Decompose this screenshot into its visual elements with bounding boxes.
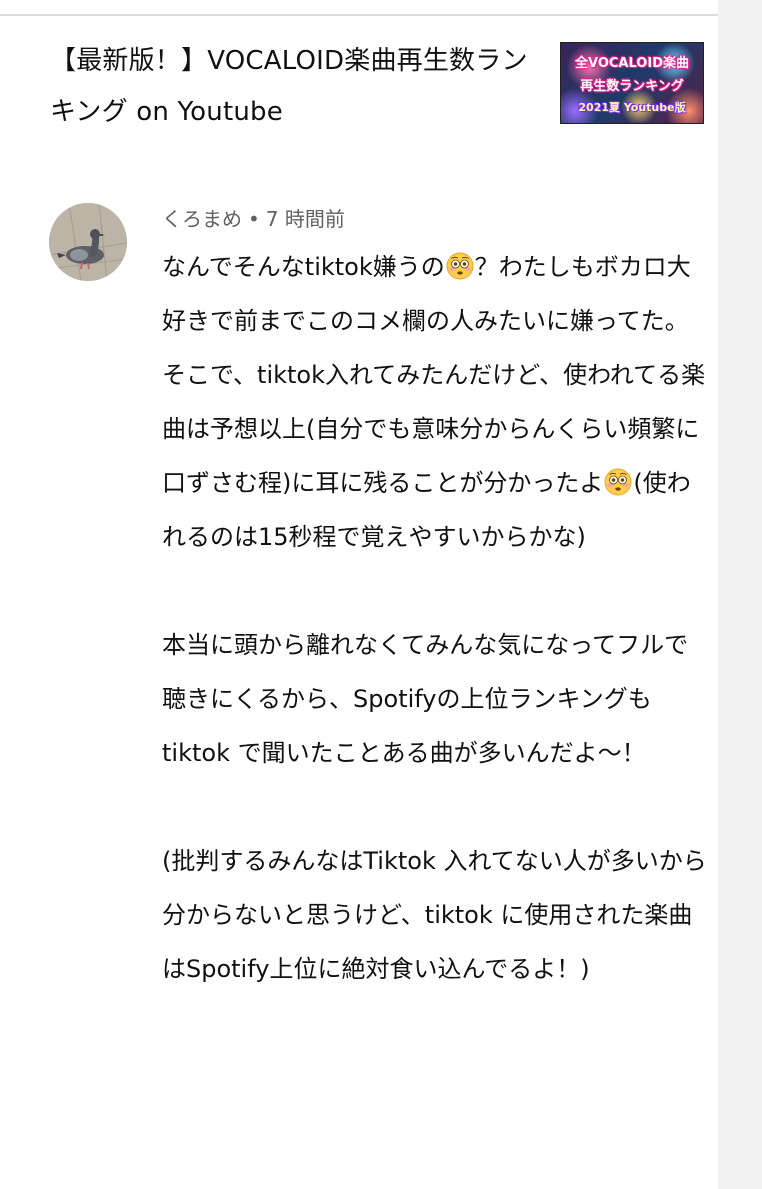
comment-paragraph: そこで、tiktok入れてみたんだけど、使われてる楽曲は予想以上(自分でも意味分…	[162, 348, 708, 564]
video-title[interactable]: 【最新版！】VOCALOID楽曲再生数ランキング on Youtube	[50, 36, 530, 138]
comment-paragraph: なんでそんなtiktok嫌うの ？わたしもボカロ大好きで前までこのコメ欄の人みたい…	[162, 240, 708, 348]
meta-separator: •	[248, 207, 260, 231]
comment-text-segment: 本当に頭から離れなくてみんな気になってフルで聴きにくるから、Spotifyの上位…	[162, 631, 689, 767]
thumbnail-caption-line: 再生数ランキング	[580, 79, 684, 94]
comment-text-segment: なんでそんなtiktok嫌うの	[162, 253, 445, 281]
flushed-face-icon	[604, 468, 632, 496]
video-thumbnail[interactable]: 全VOCALOID楽曲 再生数ランキング 2021夏 Youtube版	[560, 42, 704, 124]
comment-meta: くろまめ • 7 時間前	[162, 205, 345, 233]
thumbnail-caption-line: 2021夏 Youtube版	[578, 101, 686, 114]
flushed-face-icon	[446, 252, 474, 280]
comment-paragraph: (批判するみんなはTiktok 入れてない人が多いから分からないと思うけど、ti…	[162, 834, 708, 996]
comment-timestamp: 7 時間前	[265, 207, 345, 231]
avatar[interactable]	[49, 203, 127, 281]
divider	[0, 14, 718, 16]
comment-paragraph: 本当に頭から離れなくてみんな気になってフルで聴きにくるから、Spotifyの上位…	[162, 618, 708, 780]
pigeon-avatar-icon	[49, 203, 127, 281]
comment-text: なんでそんなtiktok嫌うの ？わたしもボカロ大好きで前までこのコメ欄の人みたい…	[162, 240, 708, 996]
comment-page: 【最新版！】VOCALOID楽曲再生数ランキング on Youtube 全VOC…	[0, 0, 718, 1189]
comment-text-segment: (批判するみんなはTiktok 入れてない人が多いから分からないと思うけど、ti…	[162, 847, 707, 983]
comment-author[interactable]: くろまめ	[162, 207, 242, 231]
thumbnail-caption-line: 全VOCALOID楽曲	[575, 56, 689, 71]
